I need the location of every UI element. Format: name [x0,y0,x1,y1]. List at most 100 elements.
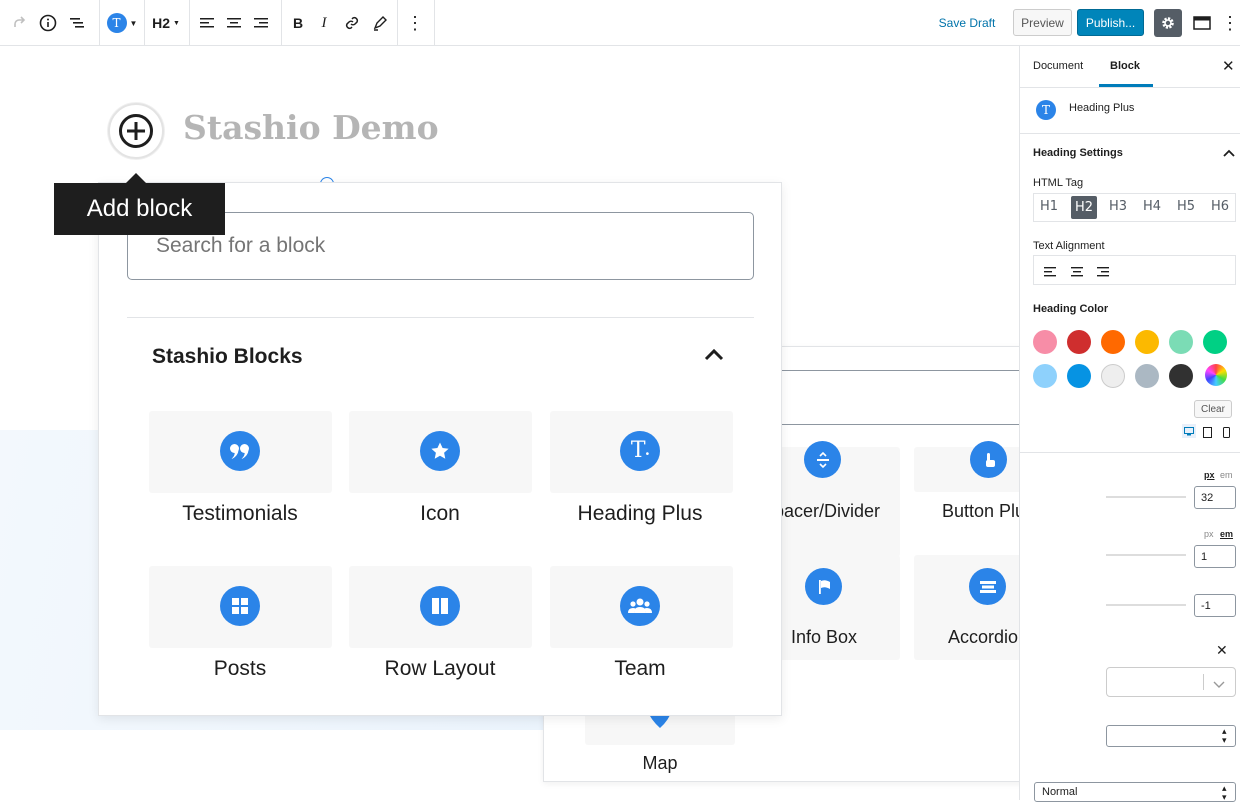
chevron-up-icon [704,348,724,361]
redo-icon[interactable] [4,0,34,46]
color-swatch[interactable] [1135,330,1159,354]
color-swatch[interactable] [1203,330,1227,354]
team-icon [620,586,660,626]
tag-h5[interactable]: H5 [1175,199,1197,214]
font-weight-select[interactable]: Normal ▴ ▾ [1034,782,1236,802]
unit-px[interactable]: px [1204,470,1215,480]
font-size-input[interactable]: 32 [1194,486,1236,509]
letter-spacing-slider[interactable] [1106,604,1186,606]
settings-button[interactable] [1154,9,1182,37]
color-swatch[interactable] [1067,364,1091,388]
block-inserter-panel: Stashio Blocks T• Testimonials Icon Head… [98,182,782,716]
line-height-input[interactable]: 1 [1194,545,1236,568]
block-label: Posts [213,657,267,680]
panel-title[interactable]: Heading Settings [1033,147,1123,159]
divider [1020,452,1240,453]
html-tag-group: H1 H2 H3 H4 H5 H6 [1033,193,1236,222]
preview-button[interactable]: Preview [1013,9,1072,36]
font-weight-value: Normal [1042,786,1078,798]
custom-color-icon[interactable] [1205,364,1227,386]
letter-spacing-input[interactable]: -1 [1194,594,1236,617]
updown-icon: ▴ ▾ [1222,726,1227,745]
italic-icon[interactable]: I [311,0,337,46]
unit-px[interactable]: px [1204,529,1214,539]
caret-down-icon: ▼ [172,19,180,27]
color-swatch[interactable] [1135,364,1159,388]
pointer-icon [970,441,1007,478]
color-swatch[interactable] [1101,364,1125,388]
heading-icon: T [1036,100,1056,120]
align-center-icon[interactable] [1071,264,1083,282]
heading-icon: T [106,13,127,33]
divider [1203,674,1204,690]
add-block-button[interactable] [108,103,164,159]
align-left-icon[interactable] [193,0,220,46]
accordion-icon [969,568,1006,605]
block-label: Testimonials [182,502,298,525]
block-label: Row Layout [384,657,496,680]
star-icon [420,431,460,471]
info-icon[interactable] [33,0,63,46]
color-swatch[interactable] [1169,364,1193,388]
mobile-icon[interactable] [1223,425,1230,443]
fullscreen-icon[interactable] [1188,0,1216,46]
tag-h2[interactable]: H2 [1071,196,1097,219]
tab-document[interactable]: Document [1033,60,1083,72]
line-height-slider[interactable] [1106,554,1186,556]
save-draft-button[interactable]: Save Draft [930,12,1004,34]
color-swatch[interactable] [1101,330,1125,354]
tag-h1[interactable]: H1 [1038,199,1060,214]
html-tag-label: HTML Tag [1033,177,1084,189]
quote-icon [220,431,260,471]
columns-icon [420,586,460,626]
updown-icon: ▴ ▾ [1222,783,1227,802]
block-label: Icon [420,502,460,525]
color-swatch[interactable] [1067,330,1091,354]
font-family-select[interactable] [1106,667,1236,697]
outline-icon[interactable] [62,0,92,46]
align-right-icon[interactable] [1097,264,1109,282]
heading-icon: T • [620,431,660,471]
more-menu-icon[interactable]: ⋮ [1220,0,1240,46]
plus-circle-icon [119,114,153,148]
publish-button[interactable]: Publish... [1077,9,1144,36]
unit-em[interactable]: em [1220,529,1233,539]
link-icon[interactable] [338,0,366,46]
divider [1020,133,1240,134]
more-options-icon[interactable]: ⋮ [402,0,428,46]
settings-sidebar: Document Block ✕ T Heading Plus Heading … [1019,46,1240,802]
tab-block[interactable]: Block [1110,60,1140,72]
block-label: Team [614,657,666,680]
color-swatch[interactable] [1033,330,1057,354]
bold-icon[interactable]: B [285,0,311,46]
tag-h6[interactable]: H6 [1209,199,1231,214]
unit-em[interactable]: em [1220,470,1233,480]
color-swatch[interactable] [1033,364,1057,388]
desktop-icon[interactable] [1182,424,1196,438]
heading-level-label: H2 [152,15,170,31]
caret-down-icon: ▼ [129,18,138,28]
clear-color-button[interactable]: Clear [1194,400,1232,418]
post-title[interactable]: Stashio Demo [183,108,439,147]
grid-icon [220,586,260,626]
tablet-icon[interactable] [1203,425,1212,443]
tag-h4[interactable]: H4 [1141,199,1163,214]
block-label: Map [642,753,678,773]
align-right-icon[interactable] [247,0,274,46]
highlighter-icon[interactable] [366,0,392,46]
align-left-icon[interactable] [1044,264,1056,282]
tooltip-arrow [126,173,146,183]
close-icon[interactable]: ✕ [1216,642,1228,659]
heading-level-button[interactable]: H2 ▼ [148,0,184,46]
align-center-icon[interactable] [220,0,247,46]
close-icon[interactable]: ✕ [1222,57,1235,75]
font-variant-select[interactable]: ▴ ▾ [1106,725,1236,747]
alignment-group [1033,255,1236,285]
tag-h3[interactable]: H3 [1107,199,1129,214]
font-size-slider[interactable] [1106,496,1186,498]
add-block-tooltip: Add block [54,183,225,235]
color-swatch[interactable] [1169,330,1193,354]
block-switcher-button[interactable]: T ▼ [104,0,140,46]
collapse-category-button[interactable] [702,345,732,369]
chevron-up-icon[interactable] [1223,145,1235,163]
